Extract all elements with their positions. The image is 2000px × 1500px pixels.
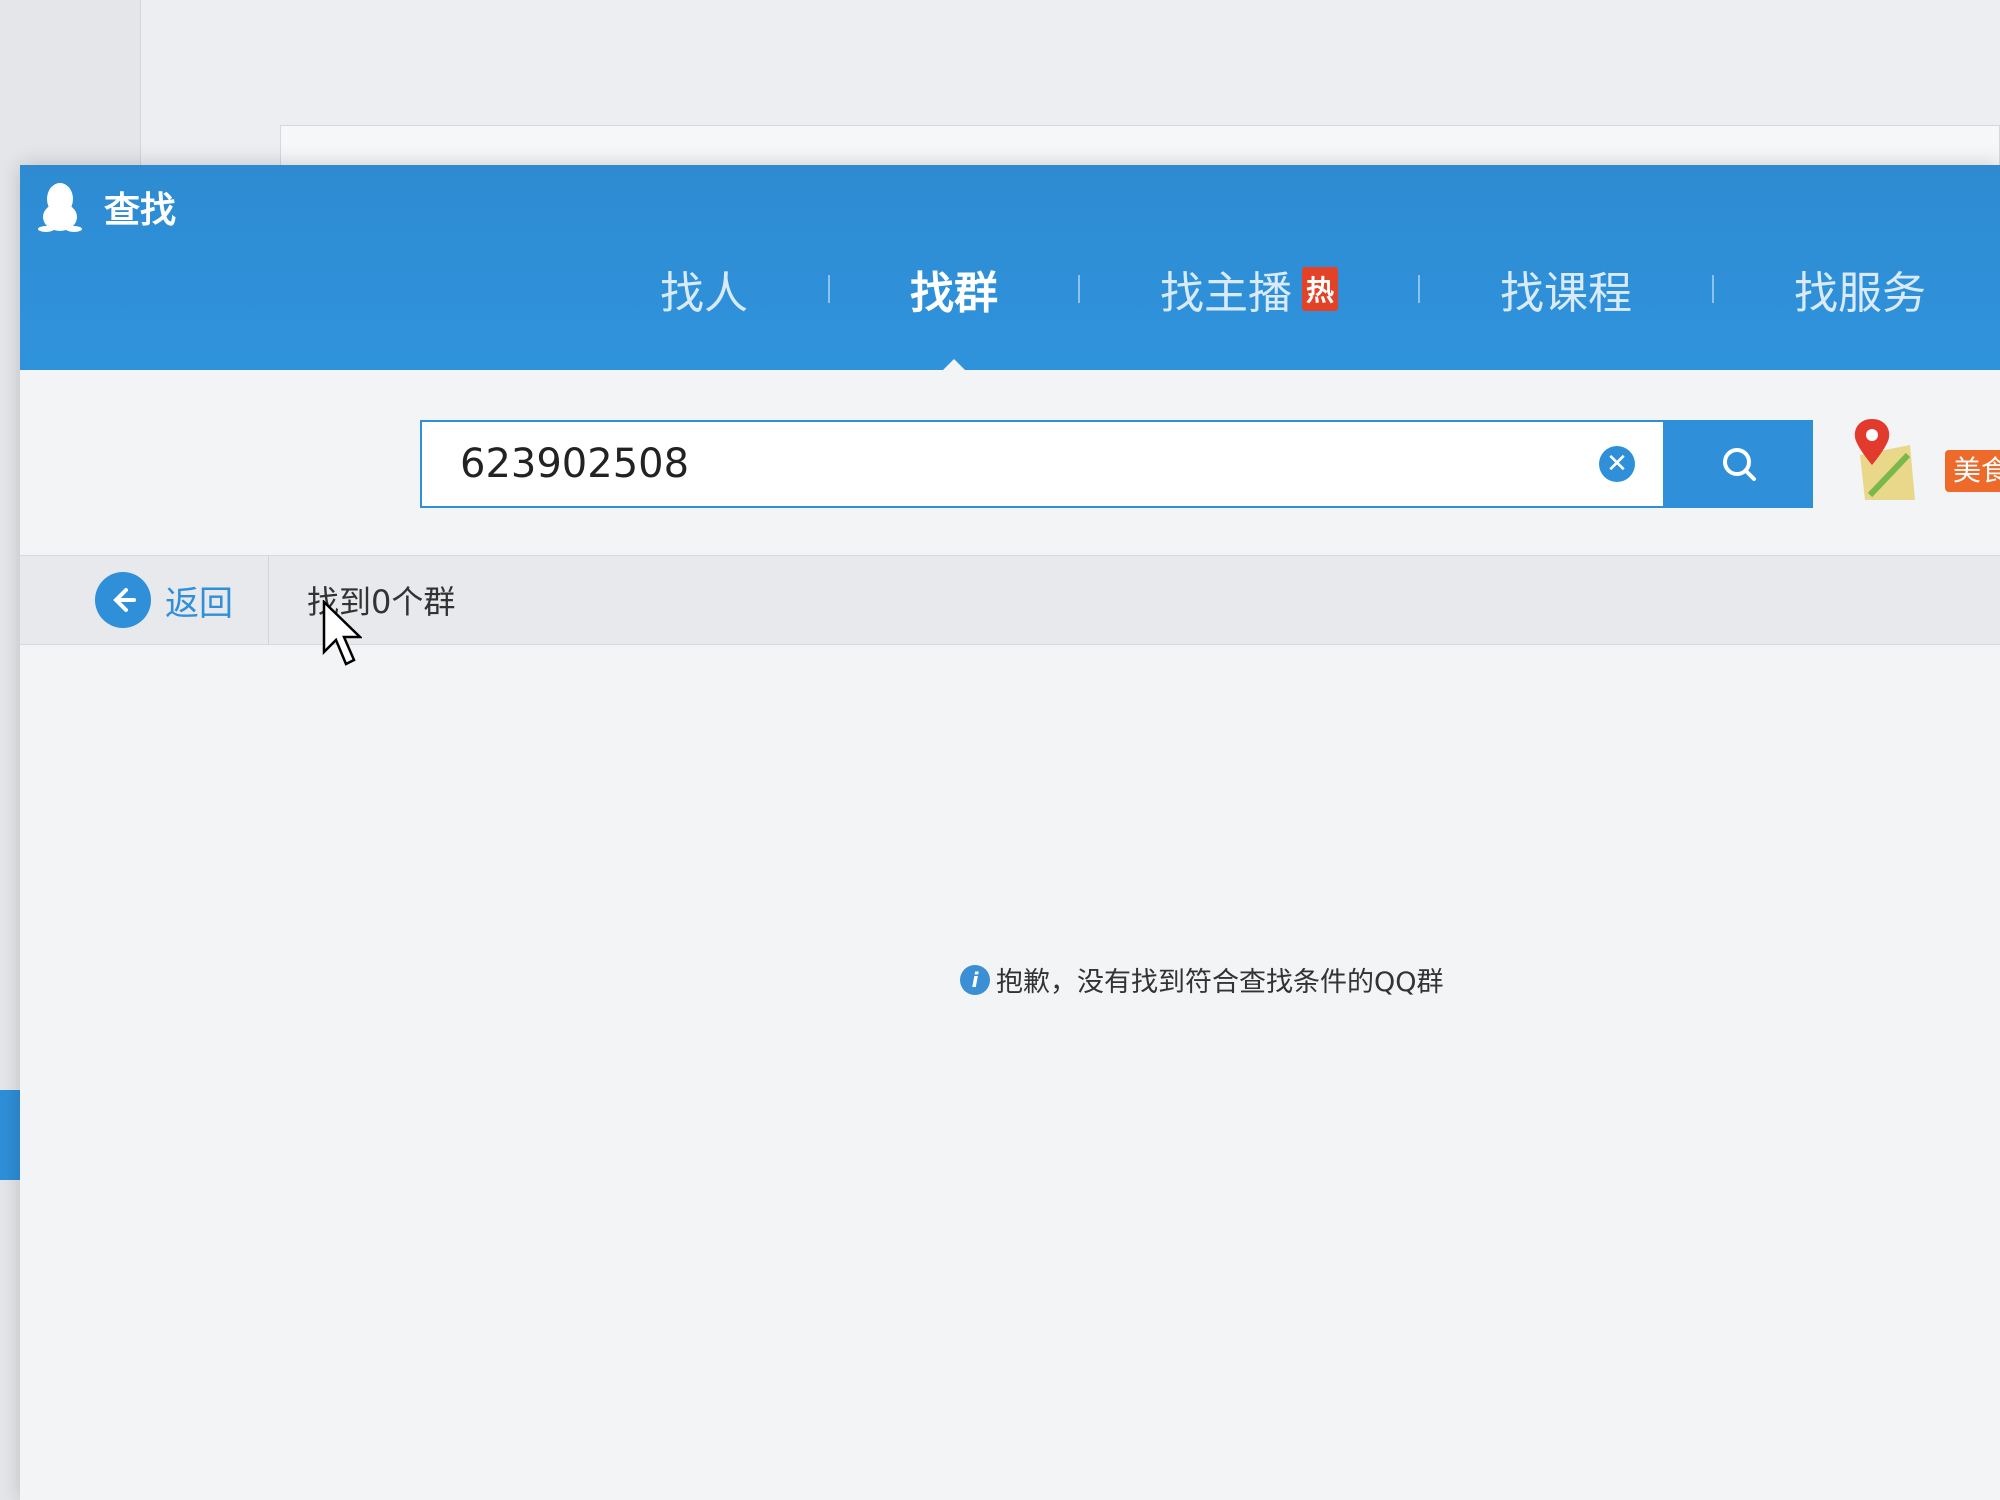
results-area: i 抱歉，没有找到符合查找条件的QQ群 xyxy=(20,645,2000,1500)
map-pin-icon[interactable] xyxy=(1850,415,1920,505)
tab-divider xyxy=(1418,275,1421,303)
mouse-pointer-icon xyxy=(322,600,362,666)
window-title-text: 查找 xyxy=(104,190,177,231)
tab-bar: 找人 找群 找主播 热 找课程 找服务 xyxy=(620,257,1966,373)
tab-find-people[interactable]: 找人 xyxy=(620,257,788,321)
empty-state-text: 抱歉，没有找到符合查找条件的QQ群 xyxy=(996,967,1444,998)
food-badge[interactable]: 美食 xyxy=(1945,450,2000,492)
tab-divider xyxy=(1078,275,1080,303)
title-bar: 查找 找人 找群 找主播 热 找课程 找服务 xyxy=(20,165,2000,373)
tab-divider xyxy=(1712,275,1715,303)
tab-label: 找主播 xyxy=(1160,268,1292,319)
tab-label: 找服务 xyxy=(1794,268,1927,319)
tab-label: 找群 xyxy=(910,268,998,319)
tab-find-services[interactable]: 找服务 xyxy=(1754,257,1966,321)
info-icon: i xyxy=(960,964,990,995)
window-title: 查找 xyxy=(38,181,176,233)
search-box: ✕ xyxy=(420,420,1665,508)
qq-penguin-icon xyxy=(38,183,82,232)
back-label: 返回 xyxy=(165,583,233,624)
arrow-left-icon xyxy=(95,572,151,628)
tab-find-streamers[interactable]: 找主播 热 xyxy=(1120,257,1378,321)
close-circle-icon[interactable]: ✕ xyxy=(1599,446,1635,482)
search-row: ✕ 美食 xyxy=(20,370,2000,555)
back-button[interactable]: 返回 xyxy=(20,556,269,644)
search-button[interactable] xyxy=(1665,420,1813,508)
find-window: 查找 找人 找群 找主播 热 找课程 找服务 623902508 ✕ 美食 返回… xyxy=(20,165,2000,1500)
tab-label: 找人 xyxy=(660,268,748,319)
tab-label: 找课程 xyxy=(1500,268,1633,319)
tab-find-groups[interactable]: 找群 xyxy=(870,257,1038,373)
result-count: 找到0个群 xyxy=(307,583,456,621)
empty-state-message: i 抱歉，没有找到符合查找条件的QQ群 xyxy=(960,960,1444,999)
search-icon xyxy=(1723,448,1756,481)
hot-badge: 热 xyxy=(1302,267,1339,311)
tab-find-courses[interactable]: 找课程 xyxy=(1460,257,1672,321)
results-header: 返回 找到0个群 xyxy=(20,555,2000,645)
search-input[interactable] xyxy=(422,441,1599,487)
tab-divider xyxy=(828,275,830,303)
